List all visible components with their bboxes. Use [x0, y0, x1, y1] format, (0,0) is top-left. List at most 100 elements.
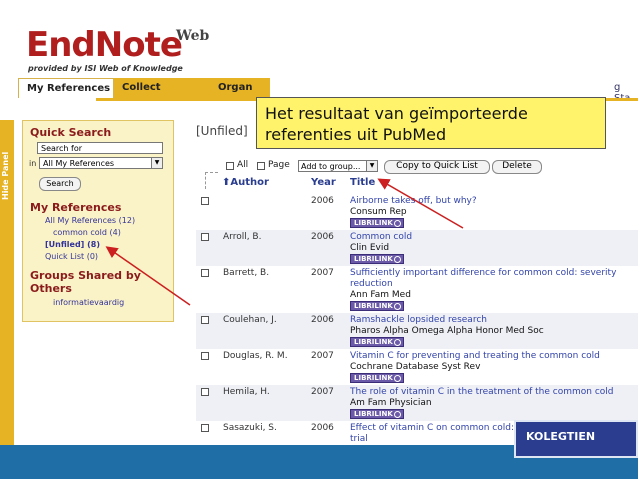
- quick-search-heading: Quick Search: [30, 126, 112, 139]
- annotation-callout: Het resultaat van geïmporteerde referent…: [256, 97, 606, 149]
- sort-indicator: [205, 172, 218, 189]
- callout-line-2: referenties uit PubMed: [265, 125, 447, 144]
- row-checkbox[interactable]: [201, 197, 209, 205]
- row-journal: Consum Rep: [350, 207, 407, 217]
- row-title-link[interactable]: Vitamin C for preventing and treating th…: [350, 351, 635, 362]
- page-label: Page: [268, 160, 290, 170]
- librilink-label: LIBRILINK: [354, 219, 393, 227]
- librilink-button[interactable]: LIBRILINK: [350, 373, 404, 383]
- endnote-screen: EndNote Web provided by ISI Web of Knowl…: [0, 20, 638, 445]
- select-page-checkbox[interactable]: [257, 162, 265, 170]
- row-year: 2006: [311, 315, 334, 325]
- link-common-cold[interactable]: common cold (4): [53, 228, 121, 237]
- row-checkbox[interactable]: [201, 269, 209, 277]
- link-unfiled[interactable]: [Unfiled] (8): [45, 240, 100, 249]
- table-row: 2006 Airborne takes off, but why? Consum…: [196, 194, 638, 230]
- tab-collect[interactable]: Collect: [114, 78, 210, 98]
- row-year: 2007: [311, 387, 334, 397]
- row-year: 2007: [311, 268, 334, 278]
- row-title-link[interactable]: Ramshackle lopsided research: [350, 315, 635, 326]
- row-checkbox[interactable]: [201, 316, 209, 324]
- row-author: Arroll, B.: [223, 232, 262, 242]
- in-label: in: [29, 159, 37, 168]
- link-quick-list[interactable]: Quick List (0): [45, 252, 98, 261]
- librilink-button[interactable]: LIBRILINK: [350, 254, 404, 264]
- link-icon: [394, 411, 401, 418]
- row-journal: Cochrane Database Syst Rev: [350, 362, 481, 372]
- link-all-my-references[interactable]: All My References (12): [45, 216, 135, 225]
- table-row: Barrett, B. 2007 Sufficiently important …: [196, 266, 638, 313]
- row-title-link[interactable]: The role of vitamin C in the treatment o…: [350, 387, 635, 398]
- row-year: 2006: [311, 423, 334, 433]
- link-icon: [394, 375, 401, 382]
- librilink-label: LIBRILINK: [354, 302, 393, 310]
- table-row: Douglas, R. M. 2007 Vitamin C for preven…: [196, 349, 638, 385]
- chevron-down-icon: ▼: [366, 161, 377, 171]
- row-checkbox[interactable]: [201, 233, 209, 241]
- add-to-group-value: Add to group...: [301, 162, 361, 171]
- link-icon: [394, 256, 401, 263]
- group-informatievaardig[interactable]: informatievaardig: [53, 298, 124, 307]
- search-button[interactable]: Search: [39, 177, 81, 191]
- my-references-heading: My References: [30, 201, 122, 214]
- logo-main-text: EndNote: [26, 25, 183, 65]
- row-year: 2006: [311, 232, 334, 242]
- add-to-group-select[interactable]: Add to group... ▼: [298, 160, 378, 172]
- callout-line-1: Het resultaat van geïmporteerde: [265, 104, 528, 123]
- select-all-checkbox[interactable]: [226, 162, 234, 170]
- left-panel: Quick Search Search for in All My Refere…: [22, 120, 174, 322]
- tab-partial-right[interactable]: g Sta: [606, 78, 638, 104]
- row-title-link[interactable]: Airborne takes off, but why?: [350, 196, 635, 207]
- librilink-label: LIBRILINK: [354, 410, 393, 418]
- chevron-down-icon: ▼: [151, 158, 162, 168]
- row-journal: Pharos Alpha Omega Alpha Honor Med Soc: [350, 326, 544, 336]
- link-icon: [394, 339, 401, 346]
- hide-panel-label: Hide Panel: [1, 151, 10, 200]
- logo-web-text: Web: [176, 28, 210, 44]
- column-year[interactable]: Year: [311, 177, 336, 188]
- tab-organize[interactable]: Organ: [210, 78, 270, 98]
- bottom-logo-box: KOLEGTIEN: [514, 420, 638, 458]
- row-checkbox[interactable]: [201, 424, 209, 432]
- top-band: [0, 0, 638, 20]
- row-checkbox[interactable]: [201, 352, 209, 360]
- logo-subtitle: provided by ISI Web of Knowledge: [28, 64, 183, 73]
- row-author: Douglas, R. M.: [223, 351, 288, 361]
- librilink-button[interactable]: LIBRILINK: [350, 301, 404, 311]
- search-input[interactable]: Search for: [37, 142, 163, 154]
- page-title: [Unfiled]: [196, 124, 248, 138]
- table-row: Coulehan, J. 2006 Ramshackle lopsided re…: [196, 313, 638, 349]
- row-author: Hemila, H.: [223, 387, 270, 397]
- row-author: Sasazuki, S.: [223, 423, 277, 433]
- tab-my-references[interactable]: My References: [18, 78, 114, 98]
- row-journal: Ann Fam Med: [350, 290, 411, 300]
- table-row: Arroll, B. 2006 Common cold Clin Evid LI…: [196, 230, 638, 266]
- row-checkbox[interactable]: [201, 388, 209, 396]
- search-scope-value: All My References: [43, 159, 115, 168]
- librilink-label: LIBRILINK: [354, 374, 393, 382]
- column-author-label: Author: [230, 177, 269, 188]
- table-row: Hemila, H. 2007 The role of vitamin C in…: [196, 385, 638, 421]
- copy-to-quick-list-button[interactable]: Copy to Quick List: [384, 160, 490, 174]
- librilink-button[interactable]: LIBRILINK: [350, 337, 404, 347]
- results-toolbar: All Page Add to group... ▼ Copy to Quick…: [198, 160, 638, 174]
- delete-button[interactable]: Delete: [492, 160, 542, 174]
- librilink-button[interactable]: LIBRILINK: [350, 218, 404, 228]
- row-journal: Am Fam Physician: [350, 398, 432, 408]
- librilink-button[interactable]: LIBRILINK: [350, 409, 404, 419]
- row-author: Coulehan, J.: [223, 315, 277, 325]
- all-label: All: [237, 160, 249, 170]
- column-author[interactable]: ⬆Author: [222, 177, 269, 188]
- row-title-link[interactable]: Sufficiently important difference for co…: [350, 268, 635, 290]
- librilink-label: LIBRILINK: [354, 255, 393, 263]
- row-author: Barrett, B.: [223, 268, 270, 278]
- hide-panel-toggle[interactable]: Hide Panel: [0, 120, 14, 445]
- row-year: 2006: [311, 196, 334, 206]
- row-journal: Clin Evid: [350, 243, 390, 253]
- groups-shared-heading: Groups Shared by Others: [30, 269, 141, 295]
- row-year: 2007: [311, 351, 334, 361]
- column-title[interactable]: Title: [350, 177, 375, 188]
- row-title-link[interactable]: Common cold: [350, 232, 635, 243]
- link-icon: [394, 220, 401, 227]
- search-scope-select[interactable]: All My References ▼: [39, 157, 163, 169]
